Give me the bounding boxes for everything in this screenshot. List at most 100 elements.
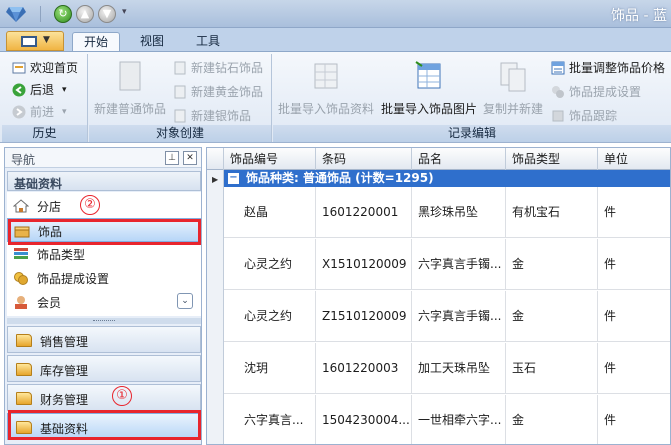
edit-group: 批量导入饰品资料 批量导入饰品图片 复制并新建 批量调整饰品价格 饰品提成设置 … <box>273 54 671 142</box>
home-page-icon <box>12 62 26 74</box>
coins-icon <box>14 272 28 285</box>
row-indicator-column: ▶ <box>207 170 224 444</box>
cell-code: 沈玥 <box>224 343 316 394</box>
nav-section-header[interactable]: 基础资料 <box>7 171 201 191</box>
house-icon <box>13 199 29 213</box>
cell-name: 六字真言手镯... <box>412 291 506 342</box>
folder-icon <box>16 363 32 376</box>
annotation-badge-one: ① <box>112 386 132 406</box>
close-icon[interactable]: ✕ <box>183 151 197 165</box>
import-image-table-icon <box>415 61 441 89</box>
chevron-down-icon: ▼ <box>43 35 50 45</box>
copy-document-icon <box>500 62 526 92</box>
history-group-label: 历史 <box>2 125 87 142</box>
nav-item-branch[interactable]: 分店 <box>7 194 201 218</box>
column-header-unit[interactable]: 单位 <box>598 148 670 170</box>
cell-barcode: 1504230004... <box>316 395 412 444</box>
folder-icon <box>16 334 32 347</box>
collapse-icon[interactable]: − <box>228 173 239 184</box>
cell-type: 金 <box>506 239 598 290</box>
quick-access-dropdown-icon[interactable]: ▾ <box>122 7 132 21</box>
new-normal-jewelry-button[interactable]: 新建普通饰品 <box>91 60 169 117</box>
module-finance[interactable]: 财务管理 <box>7 384 201 411</box>
app-menu-button[interactable]: ▼ <box>6 31 64 51</box>
nav-item-list: 分店 饰品 饰品类型 饰品提成设置 会员 <box>7 192 201 316</box>
edit-group-label: 记录编辑 <box>273 125 671 142</box>
nav-section-title: 基础资料 <box>14 177 63 191</box>
navigation-header: 导航 ⊥ ✕ <box>5 148 201 168</box>
cell-code: 心灵之约 <box>224 239 316 290</box>
cell-barcode: Z1510120009 <box>316 291 412 342</box>
jewelry-grid: 饰品编号 条码 品名 饰品类型 单位 ▶ − 饰品种类: 普通饰品 (计数=12… <box>206 147 671 445</box>
group-row[interactable]: − 饰品种类: 普通饰品 (计数=1295) <box>224 170 670 187</box>
column-header-code[interactable]: 饰品编号 <box>224 148 316 170</box>
table-row[interactable]: 六字真言... 1504230004... 一世相牵六字... 金 件 <box>224 395 670 444</box>
navigation-pane: 导航 ⊥ ✕ 基础资料 分店 饰品 饰品类型 饰品提成设置 会员 ⌄ 销售管理 <box>4 147 202 445</box>
table-row[interactable]: 赵晶 1601220001 黑珍珠吊坠 有机宝石 件 <box>224 187 670 238</box>
tab-view[interactable]: 视图 <box>128 32 176 52</box>
price-adjust-icon <box>551 61 565 75</box>
batch-import-data-button[interactable]: 批量导入饰品资料 <box>275 60 377 117</box>
cell-name: 加工天珠吊坠 <box>412 343 506 394</box>
member-icon <box>15 296 27 309</box>
silver-document-icon <box>174 109 186 123</box>
cell-type: 金 <box>506 395 598 444</box>
cell-barcode: X1510120009 <box>316 239 412 290</box>
copy-and-new-button[interactable]: 复制并新建 <box>481 60 545 117</box>
window-title: 饰品 - 蓝 <box>611 8 667 24</box>
nav-item-commission-settings[interactable]: 饰品提成设置 <box>7 266 201 290</box>
back-dropdown-icon[interactable]: ▾ <box>62 80 67 100</box>
gold-document-icon <box>174 85 186 99</box>
cell-unit: 件 <box>604 361 617 375</box>
table-row[interactable]: 心灵之约 Z1510120009 六字真言手镯... 金 件 <box>224 291 670 342</box>
navigation-title: 导航 <box>11 153 36 167</box>
diamond-logo-icon[interactable] <box>6 5 26 23</box>
history-group: 欢迎首页 后退 ▾ 前进 ▾ 历史 <box>2 54 88 142</box>
cell-type: 玉石 <box>506 343 598 394</box>
module-sales[interactable]: 销售管理 <box>7 326 201 353</box>
quick-access-separator <box>40 6 41 22</box>
tab-tools[interactable]: 工具 <box>184 32 232 52</box>
pane-splitter[interactable] <box>7 318 201 324</box>
cell-type: 金 <box>506 291 598 342</box>
ribbon-tab-row: ▼ 开始 视图 工具 <box>0 28 671 52</box>
module-inventory[interactable]: 库存管理 <box>7 355 201 382</box>
table-row[interactable]: 心灵之约 X1510120009 六字真言手镯... 金 件 <box>224 239 670 290</box>
refresh-icon[interactable]: ↻ <box>54 5 72 23</box>
forward-dropdown-icon[interactable]: ▾ <box>62 102 67 122</box>
pin-icon[interactable]: ⊥ <box>165 151 179 165</box>
cell-unit: 件 <box>604 205 617 219</box>
batch-import-images-button[interactable]: 批量导入饰品图片 <box>377 60 481 117</box>
arrow-down-icon[interactable]: ▼ <box>98 5 116 23</box>
column-header-name[interactable]: 品名 <box>412 148 506 170</box>
import-table-icon <box>314 63 338 89</box>
highlight-box-basic-data <box>8 410 201 440</box>
forward-arrow-icon <box>12 105 26 119</box>
nav-item-jewelry-type[interactable]: 饰品类型 <box>7 242 201 266</box>
tab-home[interactable]: 开始 <box>72 32 120 52</box>
grid-corner <box>207 148 224 170</box>
commission-icon <box>552 86 564 98</box>
column-header-type[interactable]: 饰品类型 <box>506 148 598 170</box>
category-list-icon <box>14 248 28 259</box>
cell-code: 赵晶 <box>224 187 316 238</box>
ribbon: 欢迎首页 后退 ▾ 前进 ▾ 历史 新建普通饰品 新建钻石饰品 新建黄金饰品 新… <box>0 51 671 143</box>
grid-header: 饰品编号 条码 品名 饰品类型 单位 <box>207 148 670 170</box>
back-arrow-icon <box>12 83 26 97</box>
highlight-box-jewelry <box>8 219 201 245</box>
cell-code: 心灵之约 <box>224 291 316 342</box>
cell-name: 黑珍珠吊坠 <box>412 187 506 238</box>
scroll-down-icon[interactable]: ⌄ <box>177 293 193 309</box>
cell-barcode: 1601220003 <box>316 343 412 394</box>
arrow-up-icon[interactable]: ▲ <box>76 5 94 23</box>
table-row[interactable]: 沈玥 1601220003 加工天珠吊坠 玉石 件 <box>224 343 670 394</box>
cell-unit: 件 <box>604 257 617 271</box>
annotation-badge-two: ② <box>80 195 100 215</box>
column-header-barcode[interactable]: 条码 <box>316 148 412 170</box>
nav-item-member[interactable]: 会员 <box>7 290 201 312</box>
diamond-document-icon <box>174 61 186 75</box>
cell-code: 六字真言... <box>224 395 316 444</box>
folder-icon <box>16 392 32 405</box>
cell-barcode: 1601220001 <box>316 187 412 238</box>
title-bar: ↻ ▲ ▼ ▾ 饰品 - 蓝 <box>0 0 671 28</box>
